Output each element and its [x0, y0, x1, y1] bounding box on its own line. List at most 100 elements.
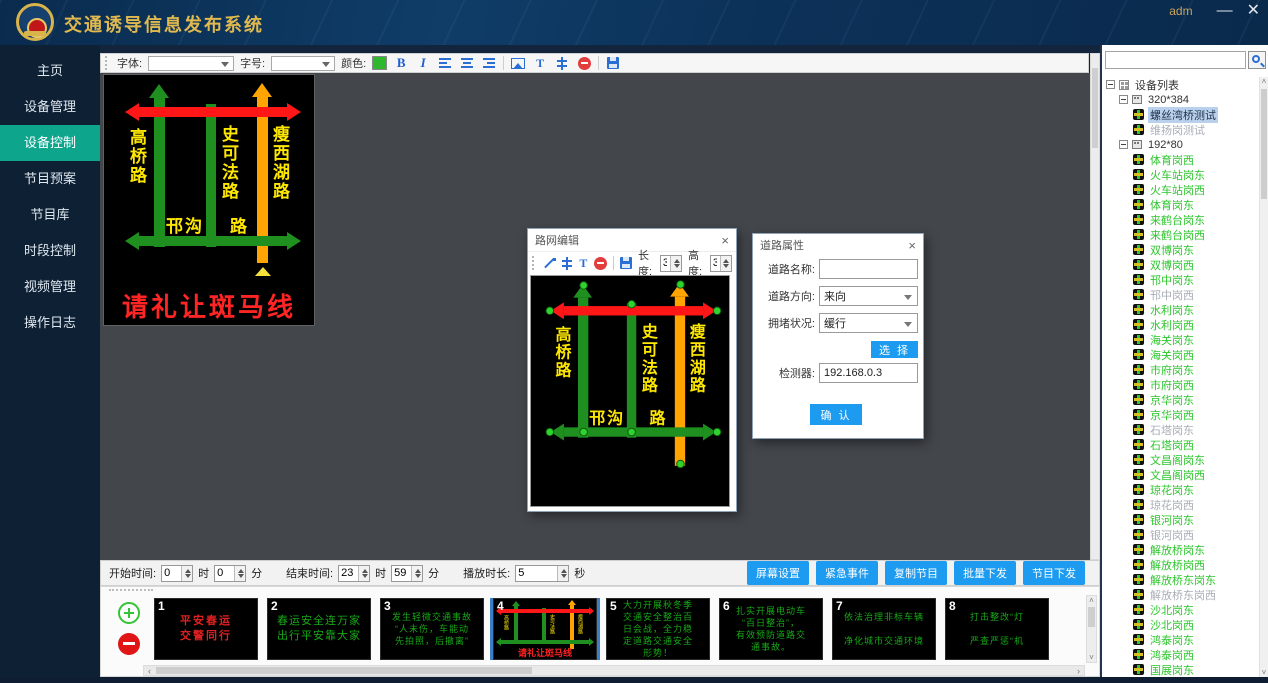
- playlist-thumbnail[interactable]: 1平安春运交警同行: [154, 598, 258, 660]
- tree-device-item[interactable]: 双博岗西: [1102, 257, 1259, 272]
- bold-icon[interactable]: B: [393, 55, 409, 71]
- node-handle[interactable]: [713, 307, 721, 315]
- sidebar-item[interactable]: 主页: [0, 53, 100, 89]
- tree-device-item[interactable]: 沙北岗东: [1102, 602, 1259, 617]
- tree-device-item[interactable]: 邗中岗西: [1102, 287, 1259, 302]
- road-editor-titlebar[interactable]: 路网编辑 ×: [528, 229, 736, 251]
- tree-device-item[interactable]: 银河岗东: [1102, 512, 1259, 527]
- playlist-horizontal-scrollbar[interactable]: ‹ ›: [143, 665, 1085, 676]
- congestion-select[interactable]: 缓行: [819, 313, 918, 333]
- road-editor-canvas[interactable]: 高桥路 史可法路 瘦西湖路 邗沟 路: [530, 275, 730, 507]
- node-handle[interactable]: [676, 460, 684, 468]
- align-left-icon[interactable]: [437, 55, 453, 71]
- align-center-icon[interactable]: [459, 55, 475, 71]
- color-swatch[interactable]: [372, 56, 387, 70]
- playlist-thumbnail[interactable]: 6扎实开展电动车“百日整治”，有效预防道路交通事故。: [719, 598, 823, 660]
- tree-device-item[interactable]: 琼花岗东: [1102, 482, 1259, 497]
- save-icon[interactable]: [605, 55, 621, 71]
- detector-input[interactable]: [819, 363, 918, 383]
- remove-program-button[interactable]: [118, 633, 140, 655]
- playlist-thumbnail[interactable]: 4 高桥路 史可法路 瘦西湖路 请礼让斑马线: [493, 598, 597, 660]
- toolbar-grip[interactable]: [105, 56, 109, 70]
- tree-device-item[interactable]: 解放桥岗东: [1102, 542, 1259, 557]
- tree-device-item[interactable]: 海关岗西: [1102, 347, 1259, 362]
- scroll-down-icon[interactable]: ˅: [1260, 668, 1268, 677]
- close-icon[interactable]: ✕: [1247, 3, 1260, 19]
- expand-icon[interactable]: [1119, 140, 1128, 149]
- height-input[interactable]: [711, 256, 719, 271]
- font-select[interactable]: [148, 56, 234, 71]
- start-minute-input[interactable]: [215, 566, 233, 581]
- tree-device-item[interactable]: 市府岗东: [1102, 362, 1259, 377]
- scroll-up-icon[interactable]: ˄: [1260, 77, 1268, 86]
- action-button[interactable]: 节目下发: [1023, 561, 1085, 585]
- expand-icon[interactable]: [1106, 80, 1115, 89]
- text-icon[interactable]: T: [578, 255, 588, 271]
- spinner-arrows[interactable]: [411, 566, 422, 581]
- road-direction-select[interactable]: 来向: [819, 286, 918, 306]
- scroll-up-icon[interactable]: ˄: [1087, 596, 1096, 605]
- tree-device-item[interactable]: 解放桥东岗西: [1102, 587, 1259, 602]
- action-button[interactable]: 批量下发: [954, 561, 1016, 585]
- node-handle[interactable]: [676, 280, 684, 288]
- end-hour-input[interactable]: [339, 566, 357, 581]
- delete-icon[interactable]: [576, 55, 592, 71]
- search-button[interactable]: [1248, 51, 1266, 69]
- playlist-thumbnail[interactable]: 8打击整改“灯 严查严惩“机: [945, 598, 1049, 660]
- node-handle[interactable]: [546, 428, 554, 436]
- node-handle[interactable]: [579, 281, 587, 289]
- tree-root-item[interactable]: 设备列表: [1102, 77, 1259, 92]
- tree-device-item[interactable]: 石塔岗东: [1102, 422, 1259, 437]
- tree-device-item[interactable]: 水利岗东: [1102, 302, 1259, 317]
- road-properties-titlebar[interactable]: 道路属性 ×: [753, 234, 923, 256]
- tree-device-item[interactable]: 火车站岗东: [1102, 167, 1259, 182]
- scroll-left-icon[interactable]: ‹: [144, 666, 155, 675]
- search-input[interactable]: [1105, 51, 1246, 69]
- tree-device-item[interactable]: 邗中岗东: [1102, 272, 1259, 287]
- tree-device-item[interactable]: 鸿泰岗东: [1102, 632, 1259, 647]
- tree-device-item[interactable]: 解放桥岗西: [1102, 557, 1259, 572]
- scroll-down-icon[interactable]: ˅: [1087, 653, 1096, 662]
- length-input[interactable]: [661, 256, 669, 271]
- sidebar-item[interactable]: 设备管理: [0, 89, 100, 125]
- line-pen-icon[interactable]: [543, 255, 556, 271]
- align-right-icon[interactable]: [481, 55, 497, 71]
- tree-device-item[interactable]: 市府岗西: [1102, 377, 1259, 392]
- tree-device-item[interactable]: 双博岗东: [1102, 242, 1259, 257]
- tree-device-item[interactable]: 京华岗东: [1102, 392, 1259, 407]
- sidebar-item[interactable]: 时段控制: [0, 233, 100, 269]
- tree-device-item[interactable]: 体育岗东: [1102, 197, 1259, 212]
- sidebar-item[interactable]: 视频管理: [0, 269, 100, 305]
- tree-device-item[interactable]: 解放桥东岗东: [1102, 572, 1259, 587]
- tree-device-item[interactable]: 水利岗西: [1102, 317, 1259, 332]
- tree-device-item[interactable]: 火车站岗西: [1102, 182, 1259, 197]
- image-icon[interactable]: [510, 55, 526, 71]
- playlist-thumbnail[interactable]: 5大力开展秋冬季交通安全整治百日会战，全力稳定道路交通安全形势！: [606, 598, 710, 660]
- green-up-arrow-left[interactable]: [578, 298, 588, 438]
- text-icon[interactable]: T: [532, 55, 548, 71]
- node-handle[interactable]: [713, 428, 721, 436]
- spinner-arrows[interactable]: [557, 566, 568, 581]
- tree-device-item[interactable]: 来鹤台岗东: [1102, 212, 1259, 227]
- spinner-arrows[interactable]: [358, 566, 369, 581]
- end-minute-input[interactable]: [392, 566, 410, 581]
- action-button[interactable]: 紧急事件: [816, 561, 878, 585]
- tree-group-item[interactable]: 320*384: [1102, 92, 1259, 107]
- spinner-arrows[interactable]: [234, 566, 245, 581]
- select-detector-button[interactable]: 选 择: [871, 341, 918, 358]
- tree-device-item[interactable]: 文昌阁岗西: [1102, 467, 1259, 482]
- sidebar-item[interactable]: 设备控制: [0, 125, 100, 161]
- confirm-button[interactable]: 确 认: [810, 404, 862, 425]
- sidebar-item[interactable]: 节目库: [0, 197, 100, 233]
- tree-device-item[interactable]: 京华岗西: [1102, 407, 1259, 422]
- playlist-thumbnail[interactable]: 2春运安全连万家出行平安靠大家: [267, 598, 371, 660]
- delete-icon[interactable]: [594, 255, 607, 271]
- italic-icon[interactable]: I: [415, 55, 431, 71]
- sidebar-item[interactable]: 操作日志: [0, 305, 100, 341]
- led-sign-preview[interactable]: 高桥路 史可法路 瘦西湖路 邗沟 路 请礼让斑马线: [103, 74, 315, 326]
- green-road-bar-middle[interactable]: [627, 303, 636, 437]
- orange-up-arrow-right[interactable]: [675, 297, 685, 466]
- tree-device-item[interactable]: 来鹤台岗西: [1102, 227, 1259, 242]
- playlist-vertical-scrollbar[interactable]: ˄ ˅: [1086, 595, 1097, 663]
- workspace-scrollbar[interactable]: [1090, 53, 1100, 560]
